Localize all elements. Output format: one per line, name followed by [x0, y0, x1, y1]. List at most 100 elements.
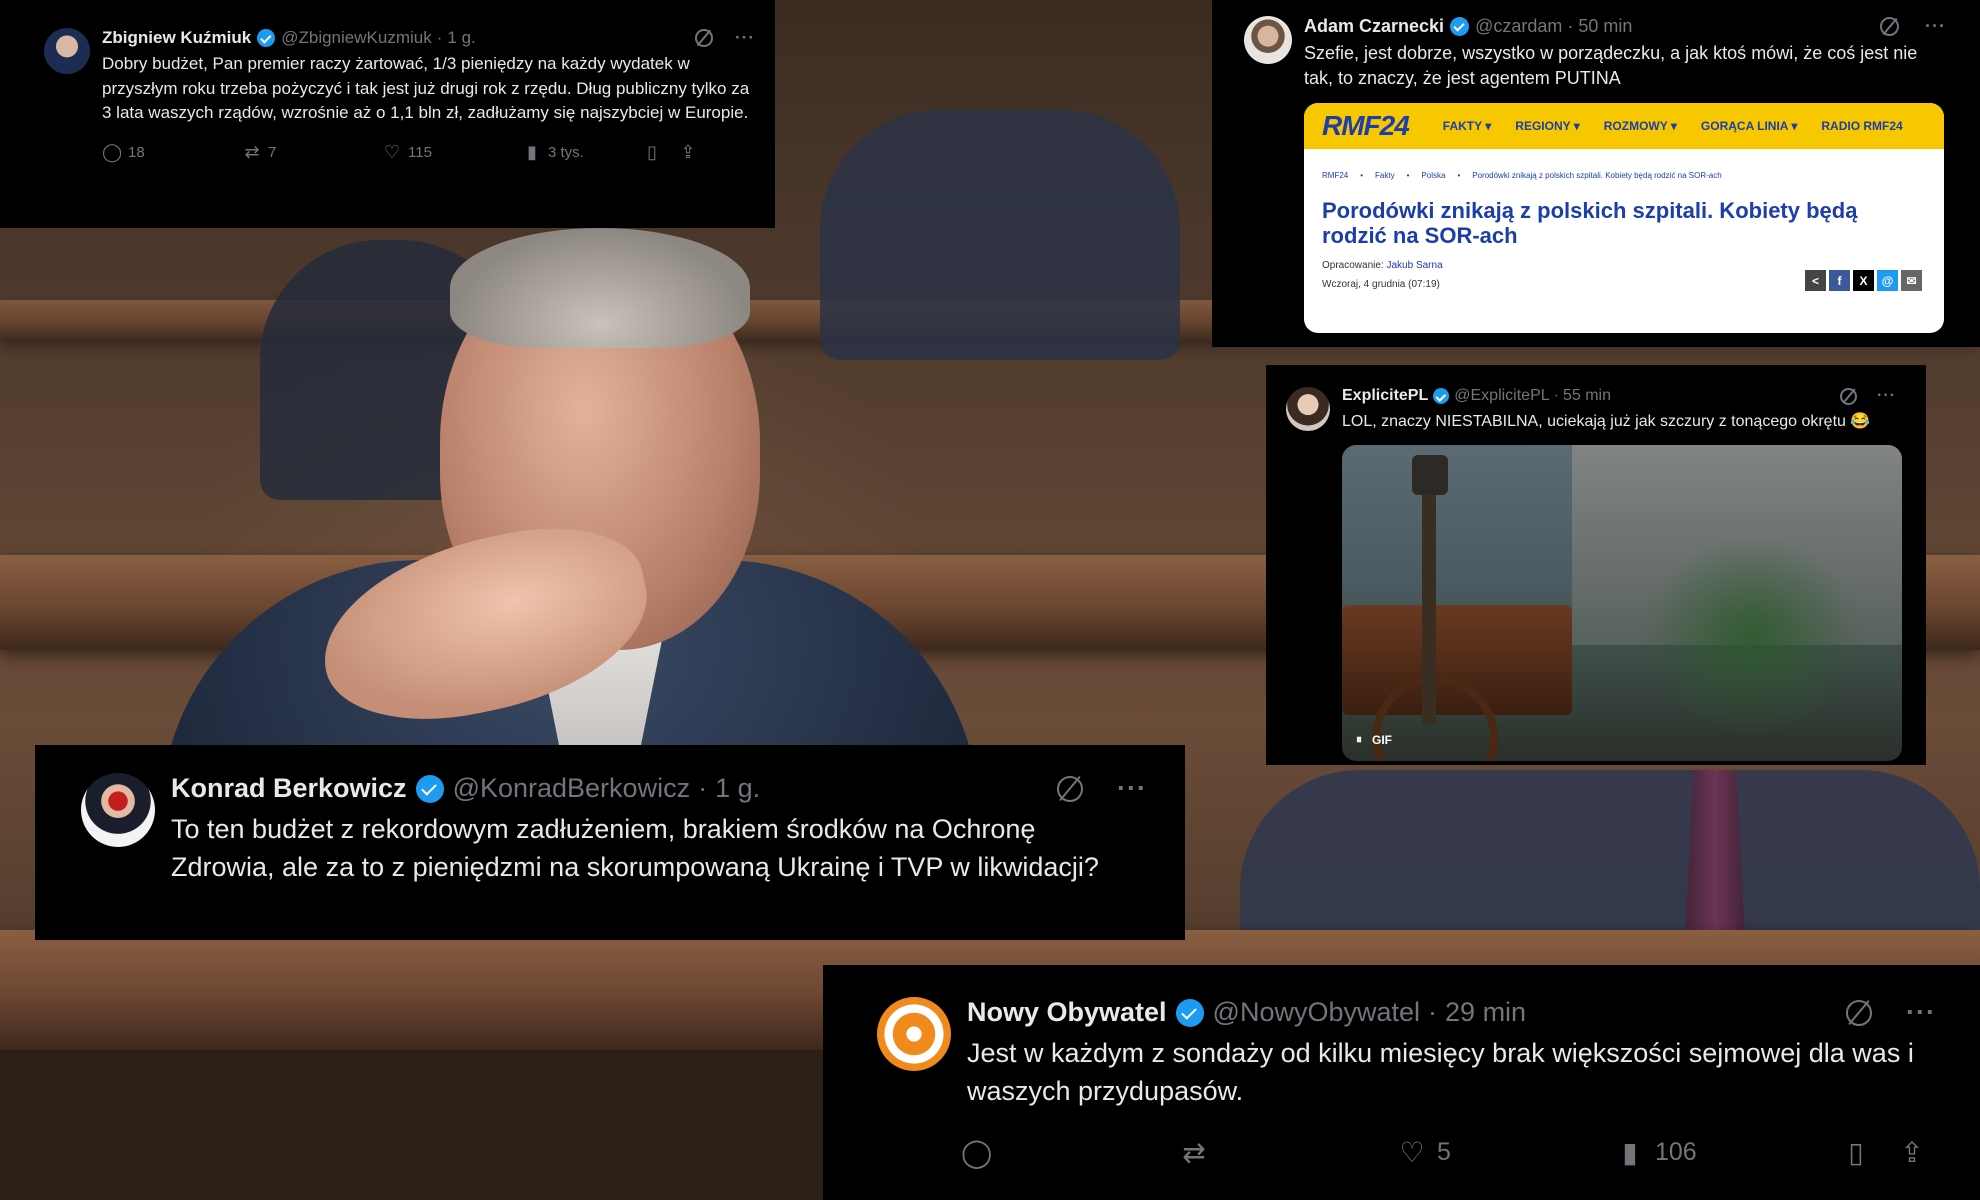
- background-person: [820, 110, 1180, 360]
- more-icon[interactable]: ···: [1925, 16, 1946, 37]
- repost-button[interactable]: ⇄ 7: [242, 142, 382, 163]
- separator: ·: [436, 28, 443, 47]
- verified-badge-icon: [1450, 17, 1470, 36]
- verified-badge-icon: [1433, 388, 1450, 404]
- share-button[interactable]: ⇪: [1897, 1136, 1927, 1169]
- more-icon[interactable]: ···: [1906, 997, 1936, 1028]
- tweet-text: Jest w każdym z sondaży od kilku miesięc…: [967, 1038, 1914, 1106]
- author-handle[interactable]: @KonradBerkowicz: [453, 773, 691, 804]
- separator: ·: [1567, 16, 1574, 36]
- grok-icon[interactable]: [1880, 17, 1900, 36]
- author-handle[interactable]: @czardam: [1475, 16, 1562, 37]
- views-icon: ▮: [527, 141, 537, 162]
- more-icon[interactable]: ···: [1117, 773, 1147, 804]
- author-name[interactable]: Konrad Berkowicz: [171, 773, 407, 804]
- more-icon[interactable]: ···: [1877, 387, 1896, 405]
- heart-icon: ♡: [383, 141, 401, 162]
- breadcrumb: RMF24 • Fakty • Polska • Porodówki znika…: [1304, 149, 1944, 180]
- gif-media[interactable]: ⏸ GIF: [1342, 445, 1902, 761]
- share-button[interactable]: ⇪: [678, 142, 708, 163]
- views-icon: ▮: [1622, 1137, 1638, 1168]
- avatar[interactable]: [81, 773, 155, 847]
- reply-button[interactable]: ◯ 18: [102, 142, 242, 163]
- gif-scene-lamppost: [1422, 495, 1436, 725]
- breadcrumb-sep: •: [1406, 171, 1410, 180]
- author-name[interactable]: Adam Czarnecki: [1304, 16, 1444, 37]
- grok-icon[interactable]: [1840, 387, 1858, 405]
- author-handle[interactable]: @ExplicitePL: [1454, 387, 1549, 405]
- rmf-nav-item: GORĄCA LINIA ▾: [1700, 119, 1798, 133]
- rmf-nav-item: FAKTY ▾: [1442, 119, 1492, 133]
- article-title: Porodówki znikają z polskich szpitali. K…: [1322, 198, 1858, 248]
- bookmark-button[interactable]: ▯: [642, 142, 678, 163]
- separator: ·: [1553, 387, 1559, 404]
- messenger-icon: @: [1877, 270, 1898, 291]
- like-count: 115: [408, 143, 432, 161]
- repost-icon: ⇄: [1182, 1137, 1206, 1168]
- x-icon: X: [1853, 270, 1874, 291]
- author-handle[interactable]: @NowyObywatel: [1213, 997, 1420, 1028]
- avatar[interactable]: [1286, 387, 1330, 431]
- repost-button[interactable]: ⇄: [1179, 1136, 1397, 1169]
- tweet-card: Adam Czarnecki @czardam · 50 min ··· Sze…: [1212, 0, 1980, 347]
- share-icon: ⇪: [1900, 1137, 1924, 1168]
- rmf-nav-item: RADIO RMF24: [1821, 119, 1903, 133]
- breadcrumb-sep: •: [1457, 171, 1461, 180]
- reply-icon: ◯: [102, 141, 123, 162]
- avatar[interactable]: [44, 28, 90, 74]
- timestamp[interactable]: 29 min: [1445, 997, 1526, 1028]
- heart-icon: ♡: [1399, 1137, 1425, 1168]
- timestamp[interactable]: 1 g.: [447, 28, 475, 48]
- view-count: 3 tys.: [548, 143, 584, 161]
- gif-scene-lamp: [1412, 455, 1448, 495]
- gif-controls[interactable]: ⏸ GIF: [1356, 732, 1392, 747]
- tweet-card: ExplicitePL @ExplicitePL · 55 min ··· LO…: [1266, 365, 1926, 765]
- more-icon[interactable]: ···: [735, 28, 755, 48]
- share-icon: <: [1805, 270, 1826, 291]
- like-button[interactable]: ♡ 5: [1397, 1136, 1615, 1169]
- article-author: Jakub Sarna: [1386, 260, 1443, 271]
- article-card[interactable]: RMF24 FAKTY ▾ REGIONY ▾ ROZMOWY ▾ GORĄCA…: [1304, 103, 1944, 333]
- author-handle[interactable]: @ZbigniewKuzmiuk: [281, 28, 431, 48]
- author-name[interactable]: Nowy Obywatel: [967, 997, 1167, 1028]
- rmf24-logo: RMF24: [1322, 110, 1410, 141]
- article-meta: Opracowanie: Jakub Sarna Wczoraj, 4 grud…: [1304, 248, 1944, 291]
- like-count: 5: [1437, 1138, 1451, 1166]
- timestamp[interactable]: 1 g.: [715, 773, 760, 804]
- timestamp[interactable]: 50 min: [1578, 16, 1632, 37]
- grok-icon[interactable]: [695, 29, 714, 47]
- reply-button[interactable]: ◯: [961, 1136, 1179, 1169]
- rmf-nav-item: ROZMOWY ▾: [1603, 119, 1677, 133]
- timestamp[interactable]: 55 min: [1563, 387, 1611, 405]
- pause-icon[interactable]: ⏸: [1356, 732, 1362, 747]
- tweet-text: To ten budżet z rekordowym zadłużeniem, …: [171, 814, 1099, 882]
- tweet-text: Szefie, jest dobrze, wszystko w porządec…: [1304, 43, 1918, 88]
- gif-scene-rats: [1642, 535, 1862, 735]
- avatar[interactable]: [877, 997, 951, 1071]
- tweet-card: Konrad Berkowicz @KonradBerkowicz · 1 g.…: [35, 745, 1185, 940]
- rmf-nav: FAKTY ▾ REGIONY ▾ ROZMOWY ▾ GORĄCA LINIA…: [1443, 119, 1903, 133]
- rmf-header: RMF24 FAKTY ▾ REGIONY ▾ ROZMOWY ▾ GORĄCA…: [1304, 103, 1944, 149]
- reply-count: 18: [128, 143, 145, 161]
- avatar[interactable]: [1244, 16, 1292, 64]
- views-button[interactable]: ▮ 3 tys.: [522, 142, 642, 163]
- share-icon: ⇪: [680, 141, 696, 162]
- view-count: 106: [1655, 1138, 1697, 1166]
- bookmark-button[interactable]: ▯: [1841, 1136, 1897, 1169]
- mail-icon: ✉: [1901, 270, 1922, 291]
- author-name[interactable]: Zbigniew Kuźmiuk: [102, 28, 251, 48]
- breadcrumb-sep: •: [1360, 171, 1364, 180]
- grok-icon[interactable]: [1057, 775, 1084, 802]
- author-name[interactable]: ExplicitePL: [1342, 387, 1428, 405]
- views-button[interactable]: ▮ 106: [1615, 1136, 1841, 1169]
- man-hair: [450, 228, 750, 348]
- verified-badge-icon: [1175, 998, 1204, 1027]
- rmf-nav-item: REGIONY ▾: [1515, 119, 1580, 133]
- grok-icon[interactable]: [1846, 999, 1873, 1026]
- breadcrumb-item: Polska: [1421, 171, 1446, 180]
- breadcrumb-item: Porodówki znikają z polskich szpitali. K…: [1472, 171, 1722, 180]
- tweet-text: LOL, znaczy NIESTABILNA, uciekają już ja…: [1342, 413, 1871, 430]
- verified-badge-icon: [415, 774, 444, 803]
- like-button[interactable]: ♡ 115: [382, 142, 522, 163]
- author-label: Opracowanie:: [1322, 260, 1384, 271]
